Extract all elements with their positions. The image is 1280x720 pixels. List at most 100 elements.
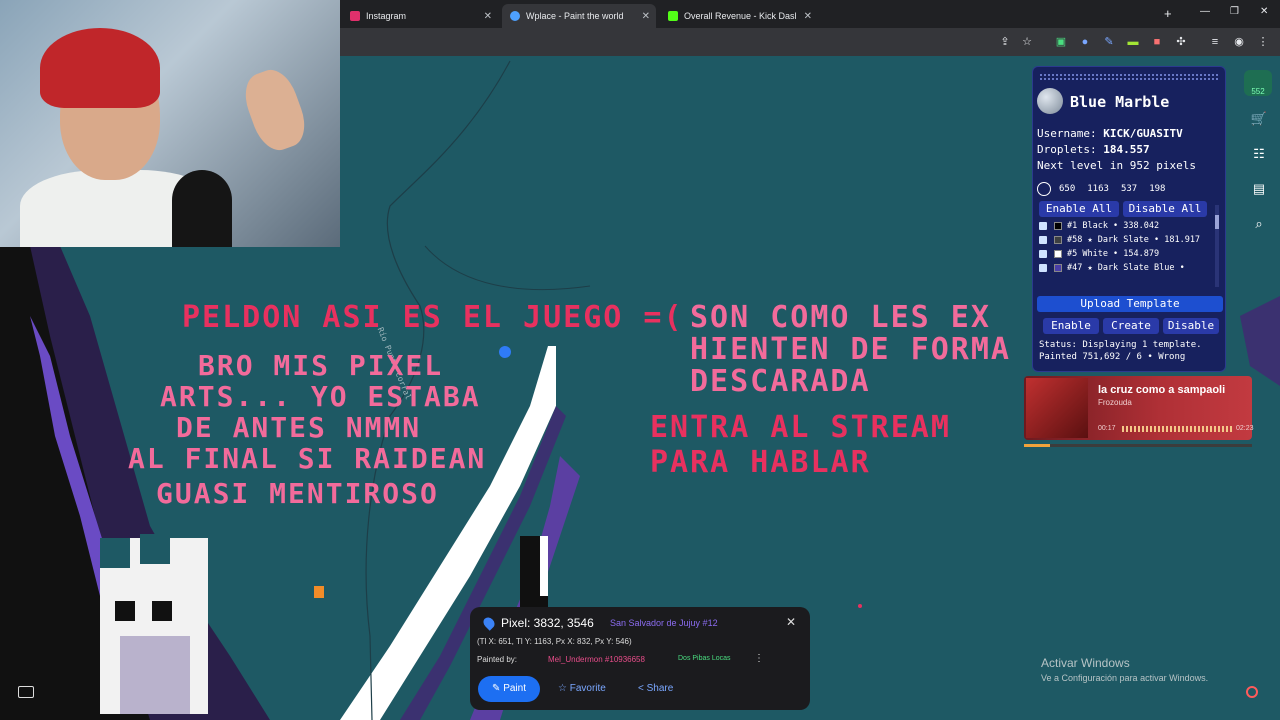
share-button[interactable]: < Share <box>638 683 673 694</box>
install-icon[interactable]: ⇪ <box>998 35 1012 49</box>
restore-button[interactable]: ❐ <box>1230 6 1239 17</box>
create-button[interactable]: Create <box>1103 318 1159 334</box>
users-icon[interactable]: ☷ <box>1250 145 1268 163</box>
disable-button[interactable]: Disable <box>1163 318 1219 334</box>
close-icon[interactable]: ✕ <box>786 615 796 629</box>
scrollbar[interactable] <box>1215 205 1219 287</box>
canvas-text-left2: ARTS... YO ESTABA <box>160 380 481 413</box>
drag-handle[interactable] <box>1039 73 1219 81</box>
close-icon[interactable]: ✕ <box>642 11 650 22</box>
more-icon[interactable]: ⋮ <box>754 653 764 664</box>
canvas-text-left3: DE ANTES NMMN <box>176 411 422 444</box>
alliance-name: Dos Pibas Locas <box>678 655 731 662</box>
right-sidebar: 552 🛒 ☷ ▤ ⌕ <box>1240 60 1276 260</box>
song-title: la cruz como a sampaoli <box>1098 384 1226 396</box>
extension-icon[interactable]: ▬ <box>1126 35 1140 49</box>
region-name[interactable]: San Salvador de Jujuy #12 <box>610 618 718 628</box>
extension-icon[interactable]: ✎ <box>1102 35 1116 49</box>
stat-value: 650 <box>1059 184 1076 194</box>
enable-all-button[interactable]: Enable All <box>1039 201 1119 217</box>
color-list[interactable]: #1 Black • 338.042 #58 ★ Dark Slate • 18… <box>1039 221 1215 287</box>
album-art <box>1026 378 1088 438</box>
location-pin-icon <box>481 615 497 631</box>
instagram-icon <box>350 11 360 21</box>
username-row: Username: KICK/GUASITV <box>1037 127 1183 140</box>
cart-icon[interactable]: 🛒 <box>1250 110 1268 128</box>
droplets-row: Droplets: 184.557 <box>1037 143 1150 156</box>
stat-value: 198 <box>1149 184 1166 194</box>
stat-value: 1163 <box>1087 184 1109 194</box>
canvas-text-right2: PARA HABLAR <box>650 445 871 480</box>
disable-all-button[interactable]: Disable All <box>1123 201 1207 217</box>
canvas-text-right1: ENTRA AL STREAM <box>650 410 951 445</box>
checkbox[interactable] <box>1039 250 1047 258</box>
now-playing-widget: la cruz como a sampaoli Frozouda 00:17 0… <box>1024 376 1254 447</box>
profile-icon[interactable]: ◉ <box>1232 35 1246 49</box>
windows-activation-watermark: Activar Windows Ve a Configuración para … <box>1041 656 1209 683</box>
close-window-button[interactable]: ✕ <box>1260 6 1268 17</box>
tile-coords: (Tl X: 651, Tl Y: 1163, Px X: 832, Px Y:… <box>477 637 632 646</box>
color-swatch <box>1054 222 1062 230</box>
target-icon[interactable] <box>1037 182 1051 196</box>
total-time: 02:23 <box>1236 425 1254 432</box>
progress-bar <box>1024 444 1252 447</box>
tab-wplace[interactable]: Wplace - Paint the world ✕ <box>502 4 656 28</box>
new-tab-button[interactable]: + <box>1164 6 1172 21</box>
leaderboard-icon[interactable]: ▤ <box>1250 180 1268 198</box>
list-item[interactable]: #1 Black • 338.042 <box>1039 221 1215 231</box>
color-swatch <box>1054 236 1062 244</box>
next-level: Next level in 952 pixels <box>1037 159 1196 172</box>
waveform <box>1122 426 1232 432</box>
canvas-text-left5: GUASI MENTIROSO <box>156 477 439 510</box>
minimize-button[interactable]: — <box>1200 6 1210 17</box>
elapsed-time: 00:17 <box>1098 425 1116 432</box>
favorite-button[interactable]: ☆ Favorite <box>558 683 606 694</box>
droplets-value: 184.557 <box>1103 143 1150 156</box>
list-item[interactable]: #5 White • 154.879 <box>1039 249 1215 259</box>
pixel-info-popup: Pixel: 3832, 3546 San Salvador de Jujuy … <box>470 607 810 710</box>
extension-icon[interactable]: ■ <box>1150 35 1164 49</box>
list-item[interactable]: #58 ★ Dark Slate • 181.917 <box>1039 235 1215 245</box>
tab-label: Wplace - Paint the world <box>526 11 624 21</box>
tab-instagram[interactable]: Instagram ✕ <box>342 4 498 28</box>
playlist-icon[interactable]: ≡ <box>1208 35 1222 49</box>
star-icon[interactable]: ☆ <box>1020 35 1034 49</box>
globe-icon <box>1037 88 1063 114</box>
song-artist: Frozouda <box>1098 398 1132 407</box>
location-icon[interactable] <box>1246 686 1258 698</box>
canvas-text-left1: BRO MIS PIXEL <box>198 349 444 382</box>
tab-bar: Instagram ✕ Wplace - Paint the world ✕ O… <box>340 0 1280 28</box>
extension-icon[interactable]: ▣ <box>1054 35 1068 49</box>
canvas-text-line2: HIENTEN DE FORMA <box>690 332 1011 367</box>
paint-button[interactable]: ✎ Paint <box>478 676 540 702</box>
webcam-overlay <box>0 0 340 247</box>
canvas-text-line1a: PELDON ASI ES EL JUEGO =( <box>182 300 684 335</box>
panel-title: Blue Marble <box>1070 93 1170 111</box>
painter-name[interactable]: Mel_Undermon #10936658 <box>548 655 645 664</box>
close-icon[interactable]: ✕ <box>804 11 812 22</box>
puzzle-icon[interactable]: ✣ <box>1174 35 1188 49</box>
username-value: KICK/GUASITV <box>1103 127 1183 140</box>
upload-template-button[interactable]: Upload Template <box>1037 296 1223 312</box>
keyboard-icon[interactable] <box>18 686 34 698</box>
painted-by-label: Painted by: <box>477 655 518 664</box>
list-item[interactable]: #47 ★ Dark Slate Blue • <box>1039 263 1215 273</box>
close-icon[interactable]: ✕ <box>484 11 492 22</box>
canvas-text-left4: AL FINAL SI RAIDEAN <box>128 442 487 475</box>
color-swatch <box>1054 264 1062 272</box>
checkbox[interactable] <box>1039 222 1047 230</box>
color-swatch <box>1054 250 1062 258</box>
checkbox[interactable] <box>1039 264 1047 272</box>
tab-label: Instagram <box>366 11 407 21</box>
tab-kick[interactable]: Overall Revenue - Kick Dashbo ✕ <box>660 4 818 28</box>
coords-row: 650 1163 537 198 <box>1037 181 1223 197</box>
canvas-text-line1b: SON COMO LES EX <box>690 300 991 335</box>
blue-marble-panel: Blue Marble Username: KICK/GUASITV Dropl… <box>1032 66 1226 372</box>
droplet-badge[interactable]: 552 <box>1244 70 1272 96</box>
extension-icon[interactable]: ● <box>1078 35 1092 49</box>
enable-button[interactable]: Enable <box>1043 318 1099 334</box>
menu-icon[interactable]: ⋮ <box>1256 35 1270 49</box>
checkbox[interactable] <box>1039 236 1047 244</box>
canvas-text-line3: DESCARADA <box>690 364 871 399</box>
search-icon[interactable]: ⌕ <box>1250 215 1268 233</box>
